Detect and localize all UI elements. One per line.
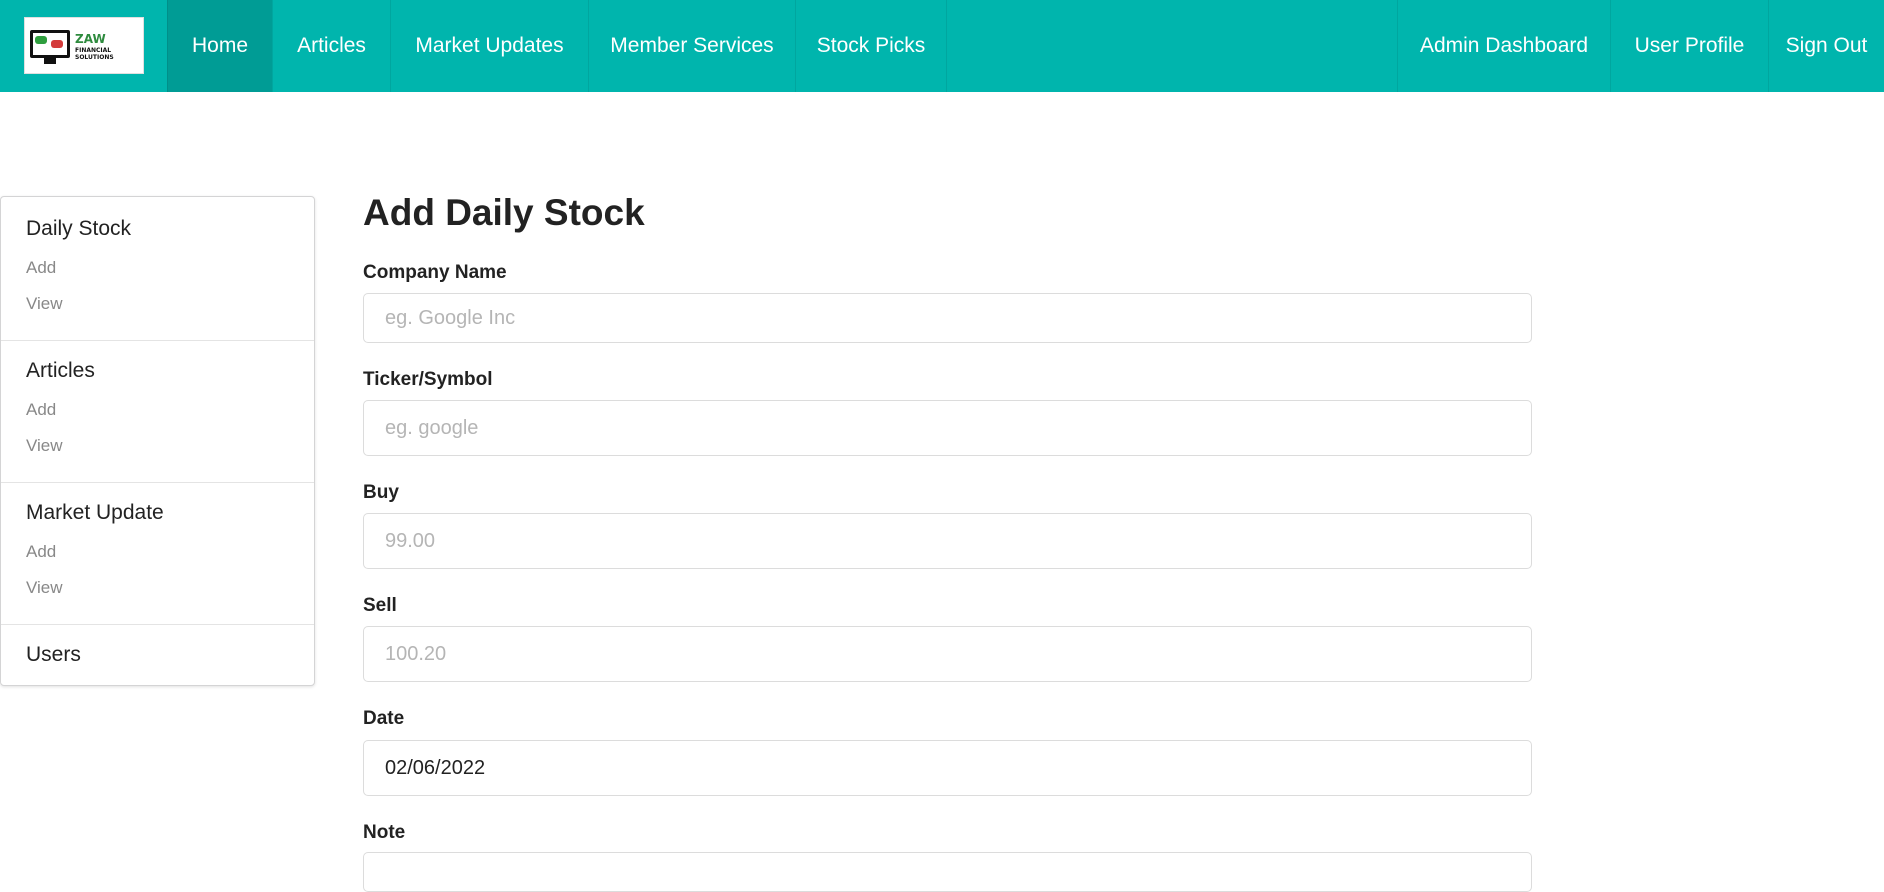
logo-text-main: ZAW xyxy=(75,32,106,46)
sidebar-heading-daily-stock[interactable]: Daily Stock xyxy=(26,217,131,241)
nav-articles[interactable]: Articles xyxy=(272,0,390,92)
nav-sign-out[interactable]: Sign Out xyxy=(1768,0,1884,92)
sell-label: Sell xyxy=(363,595,397,616)
nav-market-updates[interactable]: Market Updates xyxy=(390,0,588,92)
sidebar-heading-users[interactable]: Users xyxy=(26,643,81,667)
sidebar-section-daily-stock: Daily Stock Add View xyxy=(1,197,314,341)
ticker-symbol-input[interactable] xyxy=(363,400,1532,456)
ticker-symbol-label: Ticker/Symbol xyxy=(363,369,493,390)
nav-admin-dashboard[interactable]: Admin Dashboard xyxy=(1397,0,1610,92)
sidebar-section-market-update: Market Update Add View xyxy=(1,483,314,625)
monitor-icon xyxy=(30,30,70,58)
note-label: Note xyxy=(363,822,406,843)
monitor-stand-icon xyxy=(44,58,56,64)
buy-label: Buy xyxy=(363,482,399,503)
buy-price-input[interactable] xyxy=(363,513,1532,569)
date-label: Date xyxy=(363,708,405,729)
sidebar-item-articles-add[interactable]: Add xyxy=(26,400,56,420)
company-name-label: Company Name xyxy=(363,262,507,283)
sidebar-item-daily-stock-add[interactable]: Add xyxy=(26,258,56,278)
page-title: Add Daily Stock xyxy=(363,192,645,233)
date-input[interactable] xyxy=(363,740,1532,796)
nav-home[interactable]: Home xyxy=(167,0,272,92)
nav-stock-picks[interactable]: Stock Picks xyxy=(795,0,947,92)
logo-text-sub: FINANCIAL SOLUTIONS xyxy=(75,47,114,61)
bear-icon xyxy=(51,40,63,48)
nav-member-services[interactable]: Member Services xyxy=(588,0,795,92)
sidebar-item-market-update-view[interactable]: View xyxy=(26,578,63,598)
sidebar-item-articles-view[interactable]: View xyxy=(26,436,63,456)
sidebar-item-daily-stock-view[interactable]: View xyxy=(26,294,63,314)
sidebar-section-articles: Articles Add View xyxy=(1,341,314,483)
sidebar-section-users: Users xyxy=(1,625,314,685)
admin-sidebar: Daily Stock Add View Articles Add View M… xyxy=(0,196,315,686)
company-name-input[interactable] xyxy=(363,293,1532,343)
sidebar-heading-articles[interactable]: Articles xyxy=(26,359,95,383)
sell-price-input[interactable] xyxy=(363,626,1532,682)
site-logo[interactable]: ZAW FINANCIAL SOLUTIONS xyxy=(24,17,144,74)
sidebar-heading-market-update[interactable]: Market Update xyxy=(26,501,164,525)
bull-icon xyxy=(35,36,47,44)
top-navbar: ZAW FINANCIAL SOLUTIONS Home Articles Ma… xyxy=(0,0,1884,92)
nav-user-profile[interactable]: User Profile xyxy=(1610,0,1768,92)
sidebar-item-market-update-add[interactable]: Add xyxy=(26,542,56,562)
note-textarea[interactable] xyxy=(363,852,1532,892)
